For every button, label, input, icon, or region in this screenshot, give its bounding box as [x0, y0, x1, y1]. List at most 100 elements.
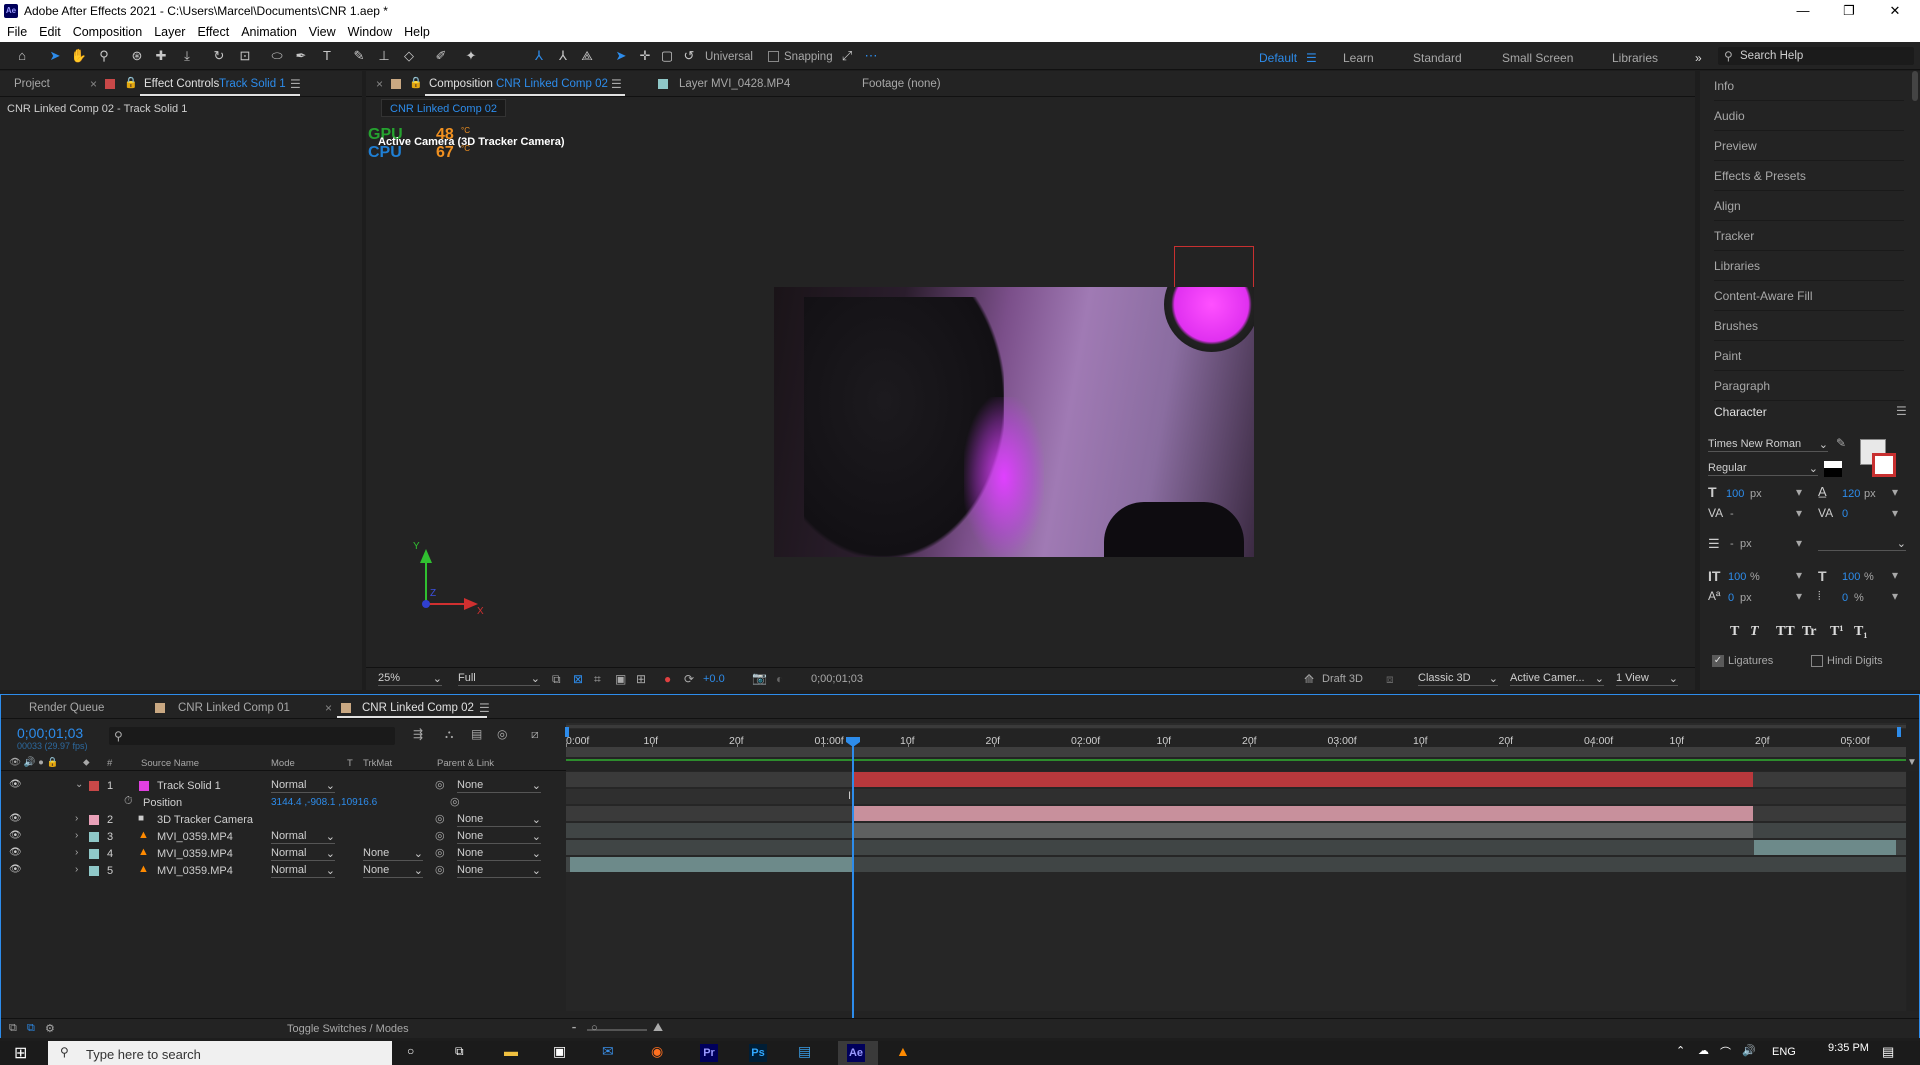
parent-dropdown[interactable]: None ⌄ — [457, 830, 541, 844]
eye-icon[interactable]: 👁 — [9, 847, 22, 858]
lock-icon[interactable]: 🔒 — [409, 76, 423, 89]
stroke-width-value[interactable]: - — [1730, 538, 1734, 550]
tab-project[interactable]: Project — [14, 78, 50, 90]
blend-mode-dropdown[interactable]: Normal ⌄ — [271, 847, 335, 861]
camera-dropdown[interactable]: Active Camer... ⌄ — [1510, 672, 1604, 686]
layer-bar-2[interactable] — [853, 806, 1753, 821]
pan-camera-icon[interactable]: ✚ — [152, 48, 170, 64]
tray-chevron-icon[interactable]: ⌃ — [1676, 1044, 1685, 1057]
subscript-button[interactable]: T₁ — [1854, 624, 1868, 640]
renderer-dropdown[interactable]: Classic 3D ⌄ — [1418, 672, 1498, 686]
track-matte-dropdown[interactable]: None ⌄ — [363, 847, 423, 861]
stroke-width-dropdown-icon[interactable]: ▾ — [1796, 536, 1802, 550]
lock-icon[interactable]: 🔒 — [124, 76, 138, 89]
panel-menu-icon[interactable]: ☰ — [479, 701, 490, 715]
hand-tool-icon[interactable]: ✋ — [70, 48, 88, 64]
parent-dropdown[interactable]: None ⌄ — [457, 813, 541, 827]
clone-stamp-tool-icon[interactable]: ⊥ — [375, 48, 393, 64]
draft-3d-label[interactable]: Draft 3D — [1322, 673, 1363, 685]
layer-name[interactable]: 3D Tracker Camera — [157, 814, 253, 826]
menu-view[interactable]: View — [302, 22, 341, 39]
view-layout-dropdown[interactable]: 1 View ⌄ — [1616, 672, 1678, 686]
type-tool-icon[interactable]: T — [318, 48, 336, 64]
puppet-tool-icon[interactable]: ✦ — [462, 48, 480, 64]
action-center-icon[interactable]: ▤ — [1882, 1044, 1894, 1060]
workspace-learn[interactable]: Learn — [1343, 51, 1374, 65]
magnification-dropdown[interactable]: 25% ⌄ — [378, 672, 442, 686]
cortana-icon[interactable]: ○ — [407, 1044, 414, 1058]
right-panel-scrollbar[interactable] — [1912, 71, 1918, 101]
stroke-fill-order-dropdown[interactable]: ⌄ — [1818, 537, 1906, 551]
tab-footage[interactable]: Footage (none) — [862, 78, 941, 90]
label-swatch[interactable] — [89, 849, 99, 859]
tab-render-queue[interactable]: Render Queue — [29, 702, 104, 714]
work-area-start-handle[interactable] — [565, 727, 569, 737]
menu-composition[interactable]: Composition — [66, 22, 147, 39]
font-size-dropdown-icon[interactable]: ▾ — [1796, 485, 1802, 499]
pickwhip-icon[interactable]: ◎ — [435, 812, 445, 825]
volume-icon[interactable]: 🔊 — [1742, 1044, 1756, 1057]
local-axis-icon[interactable]: ⅄ — [530, 48, 548, 64]
panel-libraries[interactable]: Libraries — [1714, 251, 1904, 281]
home-icon[interactable]: ⌂ — [13, 48, 31, 64]
playhead-line[interactable] — [852, 739, 854, 1021]
effect-controls-target[interactable]: Track Solid 1 — [219, 78, 286, 90]
pickwhip-icon[interactable]: ◎ — [435, 863, 445, 876]
close-tab-icon[interactable]: × — [325, 701, 332, 715]
panel-menu-icon[interactable]: ☰ — [290, 77, 301, 91]
store-icon[interactable]: ▣ — [553, 1043, 566, 1060]
language-indicator[interactable]: ENG — [1772, 1046, 1796, 1058]
taskbar-search-input[interactable]: Type here to search — [86, 1047, 201, 1062]
brush-tool-icon[interactable]: ✎ — [350, 48, 368, 64]
firefox-icon[interactable]: ◉ — [651, 1043, 663, 1060]
zoom-in-icon[interactable]: ⛰ — [653, 1020, 663, 1035]
extended-viewer-icon[interactable]: ⧈ — [1386, 672, 1394, 687]
blend-mode-dropdown[interactable]: Normal ⌄ — [271, 779, 335, 793]
eye-icon[interactable]: 👁 — [9, 864, 22, 875]
source-name-header[interactable]: Source Name — [141, 758, 199, 769]
transfer-controls-icon[interactable]: ⧉ — [27, 1022, 35, 1035]
rotate-3d-icon[interactable]: ↺ — [680, 48, 698, 64]
panel-preview[interactable]: Preview — [1714, 131, 1904, 161]
pickwhip-icon[interactable]: ◎ — [435, 846, 445, 859]
workspace-standard[interactable]: Standard — [1413, 51, 1462, 65]
hindi-digits-checkbox[interactable] — [1811, 655, 1823, 667]
dolly-camera-icon[interactable]: ⤓ — [178, 48, 196, 64]
search-help-box[interactable]: ⚲ Search Help — [1718, 47, 1914, 65]
roto-brush-tool-icon[interactable]: ✐ — [432, 48, 450, 64]
eye-icon[interactable]: 👁 — [9, 830, 22, 841]
horizontal-scale-value[interactable]: 100 — [1842, 571, 1860, 583]
anchor-point-tool-icon[interactable]: ⊡ — [236, 48, 254, 64]
menu-file[interactable]: File — [0, 22, 32, 39]
composition-name[interactable]: CNR Linked Comp 02 — [496, 78, 608, 90]
layer-bar-3[interactable] — [853, 823, 1753, 838]
search-help-input[interactable]: Search Help — [1740, 50, 1803, 62]
snapshot-icon[interactable]: 📷 — [752, 671, 767, 685]
file-explorer-icon[interactable]: ▬ — [504, 1043, 518, 1059]
menu-window[interactable]: Window — [341, 22, 397, 39]
minimize-button[interactable]: — — [1780, 0, 1826, 22]
draft-3d-icon[interactable]: ⟰ — [1304, 672, 1314, 686]
workspace-default[interactable]: Default — [1259, 51, 1297, 65]
work-area-end-handle[interactable] — [1897, 727, 1901, 737]
pen-tool-icon[interactable]: ✒ — [292, 48, 310, 64]
layer-row[interactable]: 👁 › 3 ▲ MVI_0359.MP4 Normal ⌄ ◎ None ⌄ — [1, 829, 566, 846]
after-effects-icon[interactable]: Ae — [847, 1044, 865, 1062]
pickwhip-icon[interactable]: ◎ — [435, 829, 445, 842]
maximize-button[interactable]: ❐ — [1826, 0, 1872, 22]
font-family-dropdown[interactable]: Times New Roman ⌄ — [1708, 438, 1828, 452]
comp-mini-flowchart-icon[interactable]: ⇶ — [413, 727, 423, 741]
pickwhip-icon[interactable]: ◎ — [450, 795, 460, 808]
region-of-interest-icon[interactable]: ▣ — [615, 672, 626, 686]
viewer-timecode[interactable]: 0;00;01;03 — [811, 673, 863, 685]
exposure-value[interactable]: +0.0 — [703, 673, 725, 685]
view-axis-icon[interactable]: ⟁ — [578, 48, 596, 64]
parent-dropdown[interactable]: None ⌄ — [457, 847, 541, 861]
resolution-dropdown[interactable]: Full ⌄ — [458, 672, 540, 686]
tab-layer[interactable]: Layer MVI_0428.MP4 — [679, 78, 790, 90]
chevron-right-icon[interactable]: › — [75, 813, 78, 824]
panel-info[interactable]: Info — [1714, 71, 1904, 101]
ellipse-tool-icon[interactable]: ⬭ — [268, 48, 286, 64]
world-axis-icon[interactable]: ⅄ — [554, 48, 572, 64]
fast-preview-icon[interactable]: ⧉ — [552, 672, 561, 687]
